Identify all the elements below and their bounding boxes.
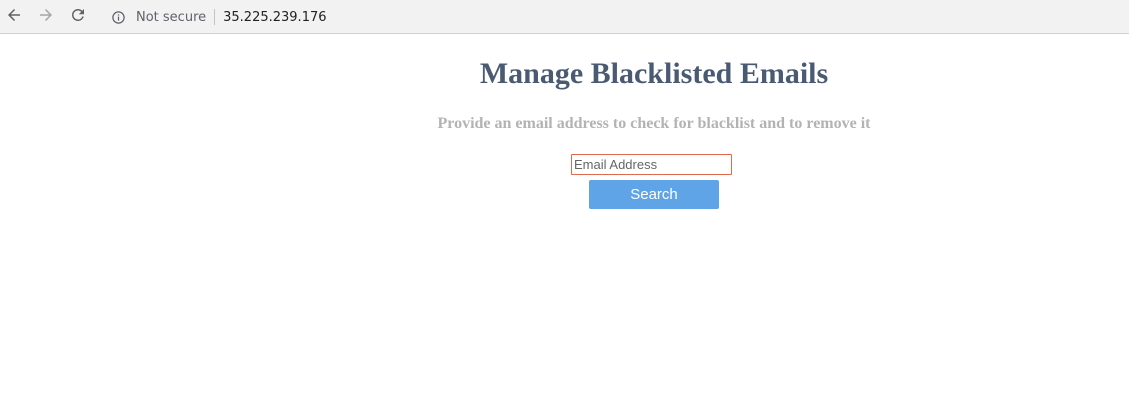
email-input[interactable]	[571, 154, 732, 175]
address-divider	[214, 9, 216, 25]
search-button[interactable]: Search	[589, 180, 719, 209]
page-content: Manage Blacklisted Emails Provide an ema…	[0, 35, 1129, 419]
arrow-left-icon	[5, 6, 23, 29]
browser-toolbar: Not secure 35.225.239.176	[0, 0, 1129, 34]
forward-button[interactable]	[34, 5, 58, 29]
arrow-right-icon	[37, 6, 55, 29]
url-text[interactable]: 35.225.239.176	[223, 10, 326, 25]
page-title: Manage Blacklisted Emails	[479, 57, 829, 90]
reload-button[interactable]	[66, 5, 90, 29]
info-icon[interactable]	[110, 9, 126, 25]
reload-icon	[69, 6, 87, 29]
page-subtitle: Provide an email address to check for bl…	[437, 115, 871, 132]
address-bar[interactable]: Not secure 35.225.239.176	[104, 4, 1114, 30]
back-button[interactable]	[2, 5, 26, 29]
security-status: Not secure	[136, 9, 207, 25]
